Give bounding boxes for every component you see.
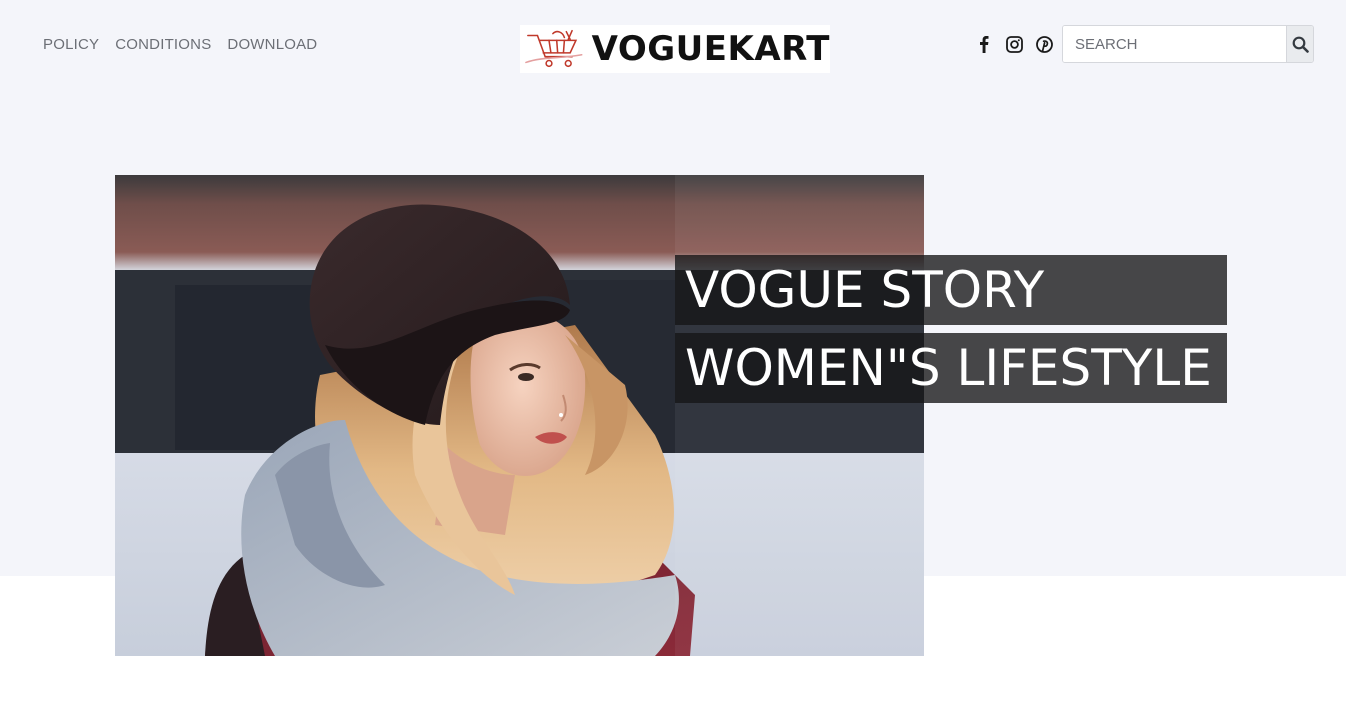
shopping-cart-icon xyxy=(525,29,583,68)
site-logo[interactable]: VOGUEKART xyxy=(520,25,830,73)
search-button[interactable] xyxy=(1286,26,1313,62)
social-links xyxy=(975,34,1053,54)
search-icon xyxy=(1292,36,1309,53)
search-box xyxy=(1062,25,1314,63)
nav-link-policy[interactable]: POLICY xyxy=(43,36,99,53)
hero-title-line-2: WOMEN"S LIFESTYLE xyxy=(675,333,1227,403)
nav-link-download[interactable]: DOWNLOAD xyxy=(227,36,317,53)
hero-image xyxy=(115,175,924,656)
nav-link-conditions[interactable]: CONDITIONS xyxy=(115,36,211,53)
instagram-icon[interactable] xyxy=(1005,34,1023,54)
search-input[interactable] xyxy=(1063,26,1286,62)
logo-text: VOGUEKART xyxy=(591,29,830,69)
pinterest-icon[interactable] xyxy=(1035,34,1053,54)
hero-title-line-1: VOGUE STORY xyxy=(675,255,1227,325)
top-nav: POLICY CONDITIONS DOWNLOAD xyxy=(43,36,317,53)
facebook-icon[interactable] xyxy=(975,34,993,54)
